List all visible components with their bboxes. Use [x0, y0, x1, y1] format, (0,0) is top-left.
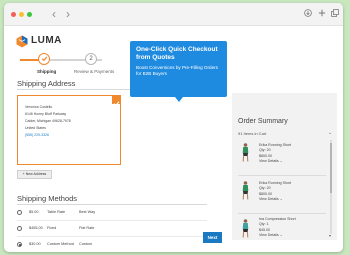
- download-icon[interactable]: [304, 9, 312, 17]
- order-summary-title: Order Summary: [238, 118, 288, 125]
- browser-window: ‹ › LUMA 2 Shipping Review & Payments Sh…: [4, 3, 343, 252]
- shipping-methods-divider: [17, 204, 207, 205]
- method-radio[interactable]: [17, 210, 22, 215]
- selected-address-card[interactable]: Veronica Costello 6146 Honey Bluff Parkw…: [17, 95, 121, 165]
- address-city: Calder, Michigan 49628-7978: [25, 119, 71, 123]
- scroll-down-icon[interactable]: ▾: [329, 233, 331, 238]
- minimize-window-button[interactable]: [19, 12, 24, 17]
- method-radio[interactable]: [17, 226, 22, 231]
- method-carrier: Flat Rate: [79, 226, 95, 230]
- tooltip-arrow: [175, 97, 183, 102]
- title-bar: ‹ ›: [4, 3, 343, 26]
- method-row-divider: [17, 236, 207, 237]
- item-divider: [238, 175, 326, 176]
- method-radio-selected[interactable]: [17, 242, 22, 247]
- luma-logo-icon: [16, 35, 28, 48]
- promo-tooltip: One-Click Quick Checkout from Quotes Boo…: [130, 41, 227, 97]
- product-thumbnail: [242, 219, 249, 238]
- view-details-link[interactable]: View Details ⌄: [259, 197, 291, 202]
- windows-icon[interactable]: [331, 9, 339, 17]
- address-country: United States: [25, 126, 47, 130]
- order-summary-panel: Order Summary 91 Items in Cart ⌄ Erika R…: [232, 93, 337, 240]
- shipping-method-row[interactable]: $5.00 Table Rate Best Way: [17, 208, 207, 218]
- chevron-down-icon[interactable]: ⌄: [328, 130, 332, 136]
- close-window-button[interactable]: [11, 12, 16, 17]
- forward-icon[interactable]: ›: [66, 7, 70, 21]
- shipping-method-row[interactable]: $30.00 Custom Method Custom: [17, 240, 207, 250]
- next-button[interactable]: Next: [203, 232, 222, 243]
- brand-name: LUMA: [31, 35, 62, 46]
- shipping-method-row[interactable]: $455.00 Fixed Flat Rate: [17, 224, 207, 234]
- step-shipping-complete-icon: [38, 53, 50, 65]
- back-icon[interactable]: ‹: [52, 7, 56, 21]
- cart-item: Erika Running Short Qty: 20 $800.00 View…: [259, 181, 291, 203]
- step-review-number: 2: [85, 53, 97, 65]
- cart-item: Erika Running Short Qty: 20 $800.00 View…: [259, 143, 291, 165]
- maximize-window-button[interactable]: [27, 12, 32, 17]
- method-title: Table Rate: [47, 210, 66, 214]
- new-address-button[interactable]: + New Address: [17, 170, 52, 179]
- method-title: Fixed: [47, 226, 57, 230]
- shipping-methods-title: Shipping Methods: [17, 194, 78, 203]
- method-carrier: Best Way: [79, 210, 96, 214]
- checkout-page: LUMA 2 Shipping Review & Payments Shippi…: [4, 26, 343, 252]
- tooltip-body: Boost Conversions by Pre-Filling Orders …: [136, 65, 218, 76]
- method-price: $30.00: [29, 242, 41, 246]
- method-price: $5.00: [29, 210, 39, 214]
- cart-item: Ina Compression Short Qty: 1 $45.00 View…: [259, 217, 296, 239]
- address-phone[interactable]: (555) 229-3326: [25, 133, 49, 137]
- item-divider: [238, 213, 326, 214]
- address-name: Veronica Costello: [25, 105, 53, 109]
- method-price: $455.00: [29, 226, 43, 230]
- selected-check-icon: [112, 95, 121, 107]
- step-shipping-label[interactable]: Shipping: [37, 69, 56, 74]
- view-details-link[interactable]: View Details ⌄: [259, 233, 296, 238]
- items-in-cart-label[interactable]: 91 Items in Cart: [238, 131, 266, 136]
- method-carrier: Custom: [79, 242, 93, 246]
- product-thumbnail: [242, 181, 249, 200]
- method-row-divider: [17, 220, 207, 221]
- tooltip-title: One-Click Quick Checkout from Quotes: [136, 46, 218, 61]
- shipping-address-divider: [17, 89, 135, 90]
- view-details-link[interactable]: View Details ⌄: [259, 159, 291, 164]
- step-review-label[interactable]: Review & Payments: [74, 69, 114, 74]
- product-thumbnail: [242, 143, 249, 162]
- new-tab-icon[interactable]: [318, 9, 326, 17]
- summary-scrollbar-thumb[interactable]: [330, 143, 332, 193]
- shipping-address-title: Shipping Address: [17, 79, 76, 88]
- address-street: 6146 Honey Bluff Parkway: [25, 112, 67, 116]
- method-title: Custom Method: [47, 242, 74, 246]
